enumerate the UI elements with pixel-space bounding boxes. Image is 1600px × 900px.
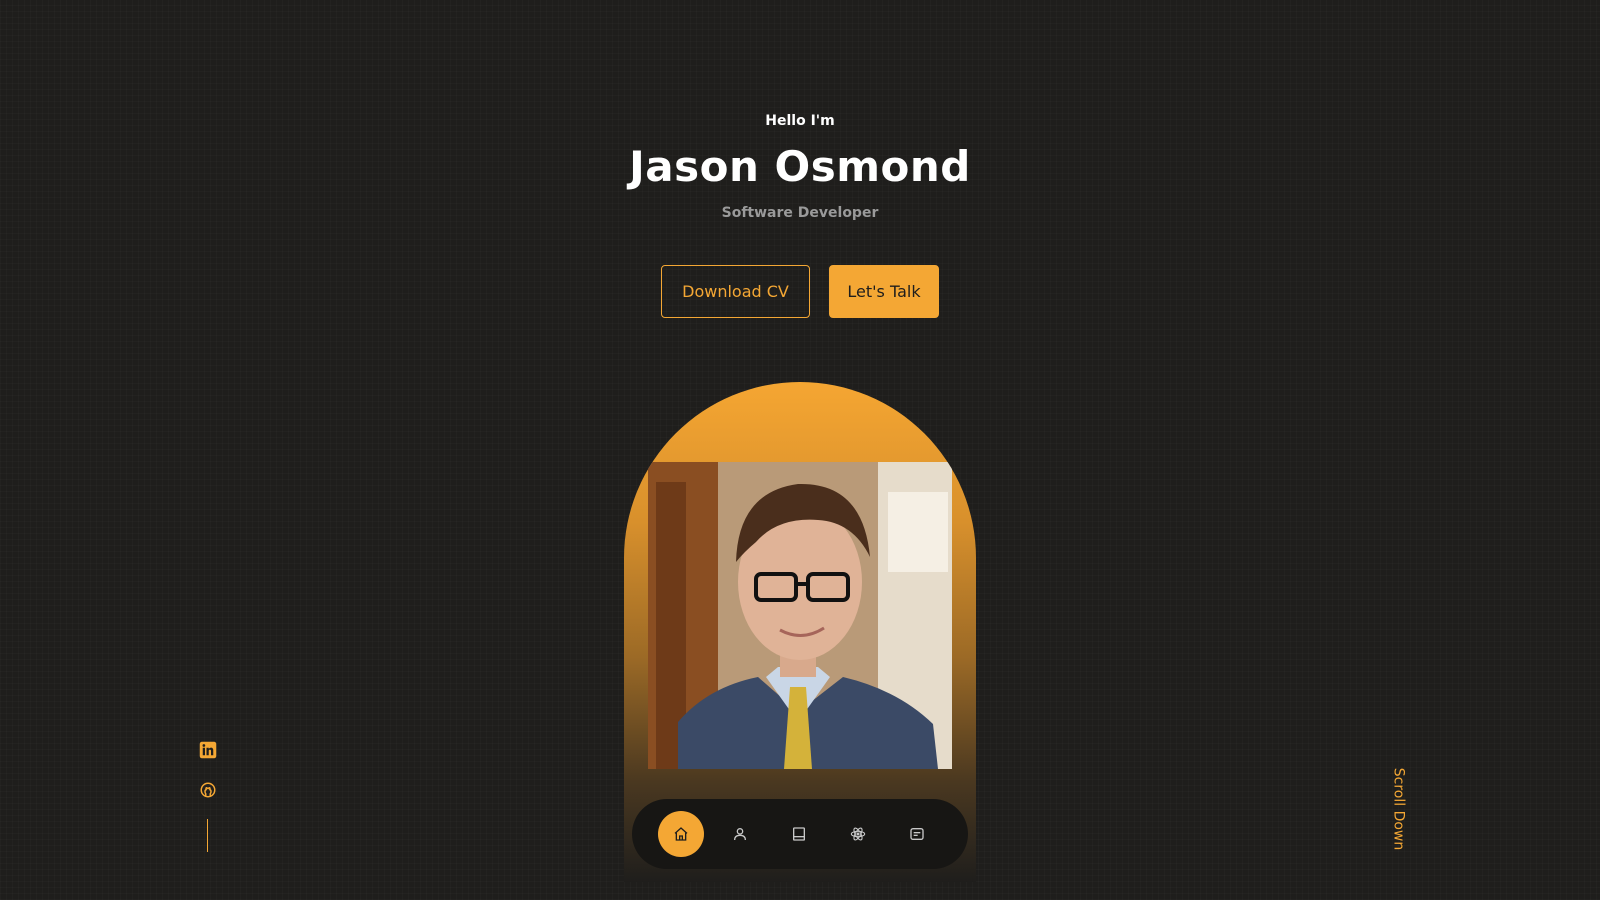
scroll-down-link[interactable]: Scroll Down bbox=[1378, 767, 1418, 851]
user-icon bbox=[734, 828, 746, 841]
github-icon bbox=[200, 782, 216, 798]
nav-skills[interactable] bbox=[835, 811, 881, 857]
nav-experience[interactable] bbox=[776, 811, 822, 857]
scroll-down-label: Scroll Down bbox=[1390, 767, 1406, 851]
cta-buttons: Download CV Let's Talk bbox=[0, 265, 1600, 318]
bottom-nav bbox=[632, 799, 968, 869]
lets-talk-button[interactable]: Let's Talk bbox=[829, 265, 939, 318]
social-divider bbox=[207, 819, 208, 852]
social-links bbox=[198, 741, 218, 799]
github-link[interactable] bbox=[199, 781, 217, 799]
download-cv-button[interactable]: Download CV bbox=[661, 265, 810, 318]
role-subtitle: Software Developer bbox=[721, 205, 879, 221]
home-icon bbox=[674, 827, 688, 841]
linkedin-icon bbox=[199, 741, 217, 759]
message-icon bbox=[910, 828, 924, 840]
nav-about[interactable] bbox=[717, 811, 763, 857]
atom-icon bbox=[850, 827, 866, 841]
linkedin-link[interactable] bbox=[199, 741, 217, 759]
nav-home[interactable] bbox=[658, 811, 704, 857]
portrait-illustration bbox=[648, 462, 952, 769]
greeting-text: Hello I'm bbox=[765, 113, 835, 129]
nav-contact[interactable] bbox=[894, 811, 940, 857]
book-icon bbox=[793, 827, 805, 841]
page-title: Jason Osmond bbox=[629, 142, 971, 191]
profile-photo bbox=[648, 462, 952, 769]
